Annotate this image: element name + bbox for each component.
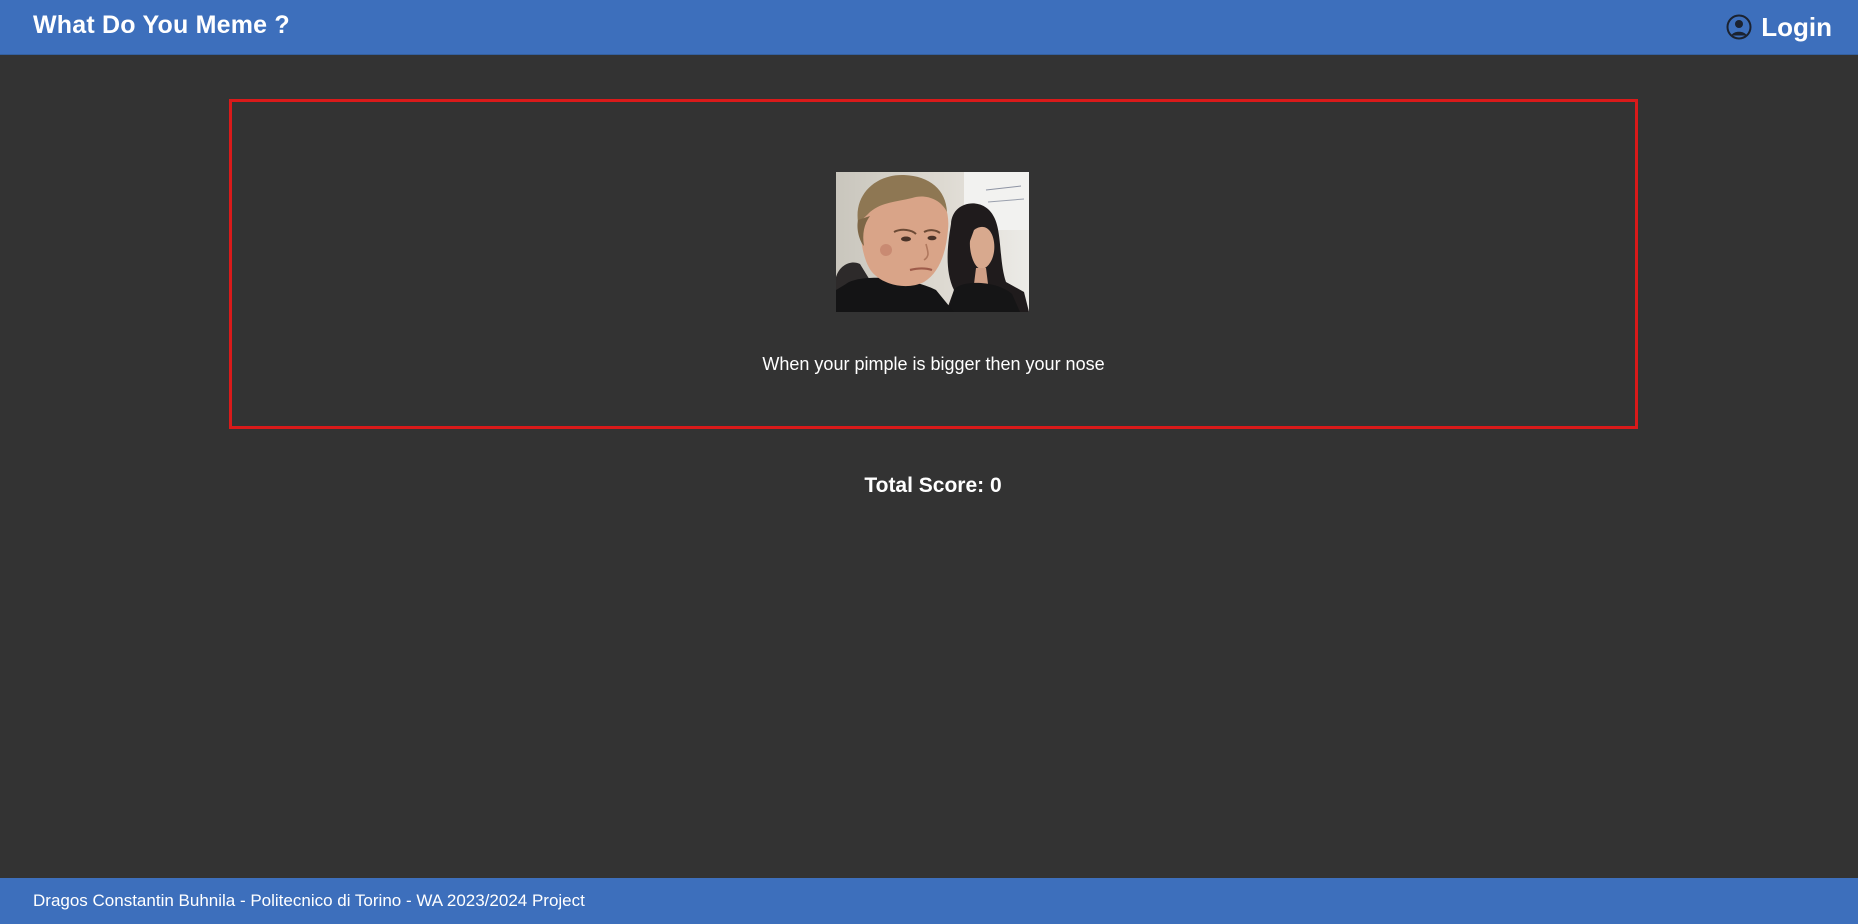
navbar: What Do You Meme ? Login — [0, 0, 1858, 55]
meme-image — [836, 172, 1029, 312]
user-circle-icon — [1726, 14, 1752, 40]
footer: Dragos Constantin Buhnila - Politecnico … — [0, 878, 1858, 924]
login-label: Login — [1761, 11, 1832, 42]
app-title[interactable]: What Do You Meme ? — [33, 11, 290, 40]
total-score: Total Score: 0 — [864, 474, 1002, 497]
footer-credits: Dragos Constantin Buhnila - Politecnico … — [33, 891, 585, 910]
login-button[interactable]: Login — [1726, 11, 1832, 43]
meme-caption: When your pimple is bigger then your nos… — [762, 354, 1105, 374]
